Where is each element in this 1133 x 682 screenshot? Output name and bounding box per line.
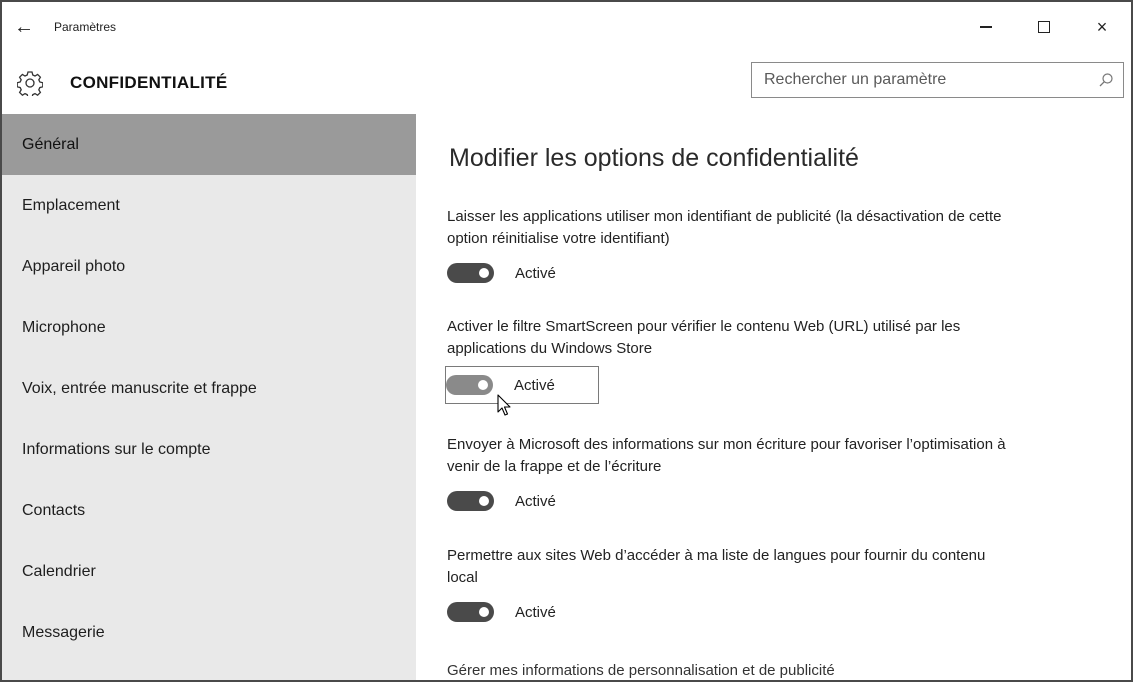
writing-info-toggle[interactable] [447,491,494,511]
mouse-cursor-icon [497,394,511,416]
toggle-knob [478,380,488,390]
advertising-id-toggle[interactable] [447,263,494,283]
option-label: Laisser les applications utiliser mon id… [447,208,1002,247]
toggle-state-label: Activé [515,492,556,510]
settings-header: CONFIDENTIALITÉ [2,52,1131,114]
sidebar-item-messagerie[interactable]: Messagerie [2,602,416,663]
sidebar-item-emplacement[interactable]: Emplacement [2,175,416,236]
close-button[interactable]: × [1073,2,1131,52]
toggle-row: Activé [447,599,1087,625]
option-label: Activer le filtre SmartScreen pour vérif… [447,318,961,357]
section-title: CONFIDENTIALITÉ [70,73,228,92]
option-advertising-id: Laisser les applications utiliser mon id… [447,206,1087,286]
toggle-row: Activé [447,488,1087,514]
option-smartscreen: Activer le filtre SmartScreen pour vérif… [445,316,1087,404]
toggle-row: Activé [447,260,1087,286]
close-icon: × [1096,16,1108,37]
option-label: Envoyer à Microsoft des informations sur… [447,436,1006,475]
title-bar: ← Paramètres × [2,2,1131,52]
maximize-button[interactable] [1015,2,1073,52]
toggle-knob [479,268,489,278]
sidebar-item-contacts[interactable]: Contacts [2,480,416,541]
page-title: Modifier les options de confidentialité [449,144,859,172]
maximize-icon [1038,21,1050,33]
settings-window: ← Paramètres × CONFIDENTIALITÉ Recherche… [0,0,1133,682]
search-input[interactable] [752,63,1089,97]
option-writing-info: Envoyer à Microsoft des informations sur… [447,434,1087,514]
toggle-state-label: Activé [514,376,555,394]
sidebar-item-calendrier[interactable]: Calendrier [2,541,416,602]
window-controls: × [957,2,1131,52]
minimize-icon [980,26,992,28]
toggle-state-label: Activé [515,264,556,282]
toggle-knob [479,607,489,617]
search-box[interactable] [751,62,1124,98]
sidebar-item-appareil-photo[interactable]: Appareil photo [2,236,416,297]
sidebar-item-voix[interactable]: Voix, entrée manuscrite et frappe [2,358,416,419]
sidebar-item-general[interactable]: Général [2,114,416,175]
smartscreen-toggle[interactable] [446,375,493,395]
gear-icon [2,52,58,114]
back-button[interactable]: ← [2,2,46,52]
toggle-state-label: Activé [515,603,556,621]
sidebar: Général Emplacement Appareil photo Micro… [2,114,416,680]
sidebar-item-microphone[interactable]: Microphone [2,297,416,358]
app-title: Paramètres [54,20,117,34]
search-icon[interactable] [1089,63,1123,97]
back-arrow-icon: ← [14,15,34,38]
option-label: Permettre aux sites Web d’accéder à ma l… [447,547,986,586]
toggle-knob [479,496,489,506]
main-content: Modifier les options de confidentialité … [445,114,1107,680]
manage-info-link[interactable]: Gérer mes informations de personnalisati… [447,662,835,679]
sidebar-item-informations-compte[interactable]: Informations sur le compte [2,419,416,480]
minimize-button[interactable] [957,2,1015,52]
language-list-toggle[interactable] [447,602,494,622]
toggle-row-focused: Activé [445,366,599,404]
option-language-list: Permettre aux sites Web d’accéder à ma l… [447,545,1087,625]
